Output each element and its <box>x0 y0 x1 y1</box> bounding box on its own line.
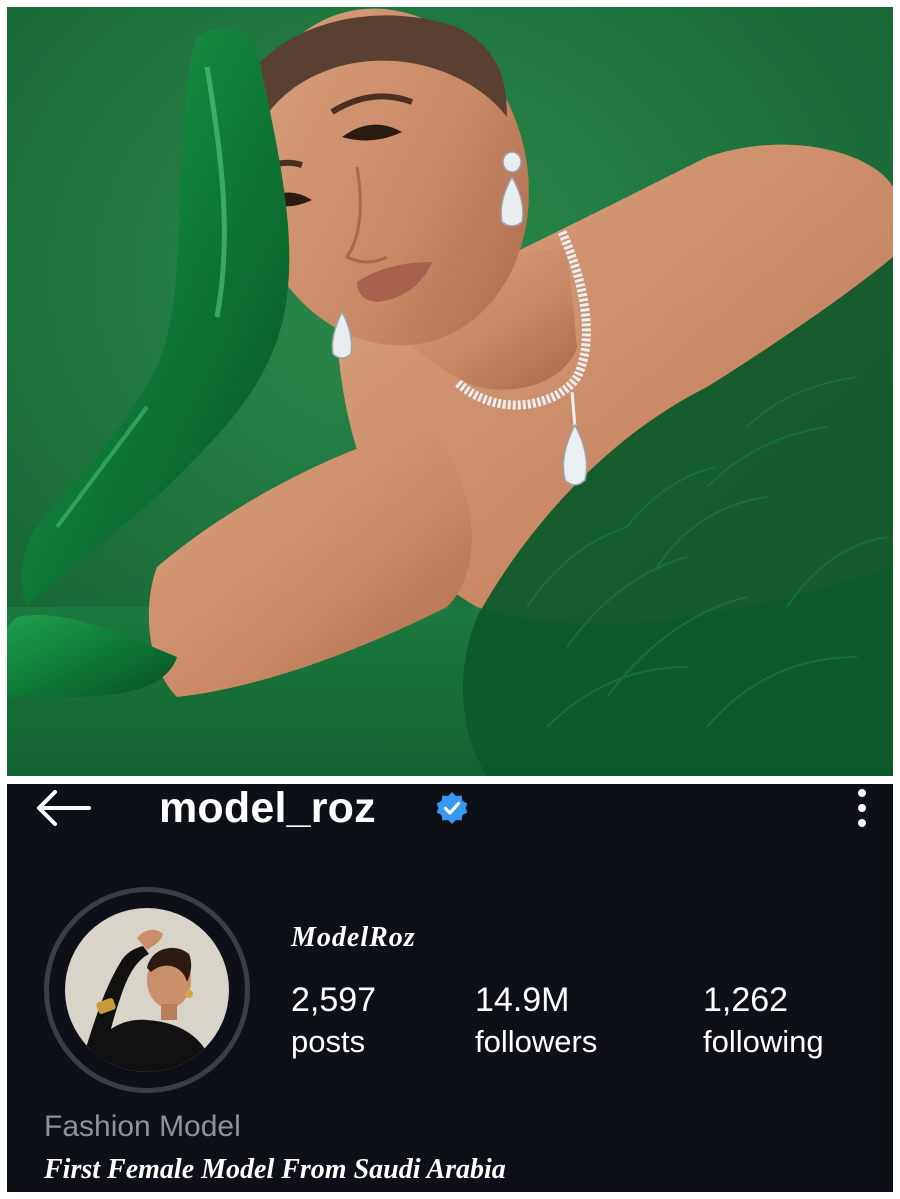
back-button[interactable] <box>33 788 93 828</box>
profile-username: model_roz <box>159 784 376 832</box>
verified-badge-icon <box>436 792 468 824</box>
post-photo[interactable] <box>7 7 893 776</box>
profile-header: model_roz ModelRoz 2,597 posts 14.9M fol… <box>7 784 893 1192</box>
profile-avatar-button[interactable] <box>44 887 250 1093</box>
more-options-button[interactable] <box>847 786 877 830</box>
posts-count: 2,597 <box>291 981 377 1019</box>
profile-bio: First Female Model From Saudi Arabia <box>44 1154 506 1185</box>
profile-category: Fashion Model <box>44 1110 241 1143</box>
following-stat[interactable]: 1,262 following <box>703 980 824 1064</box>
posts-stat[interactable]: 2,597 posts <box>291 980 376 1064</box>
followers-label: followers <box>475 1024 598 1059</box>
profile-display-name: ModelRoz <box>291 922 416 953</box>
top-bar: model_roz <box>7 784 893 836</box>
avatar-portrait <box>65 908 229 1072</box>
followers-count: 14.9M <box>475 981 570 1019</box>
portrait-photo <box>7 7 893 776</box>
more-vertical-icon <box>858 789 866 827</box>
screenshot-frame: model_roz ModelRoz 2,597 posts 14.9M fol… <box>0 0 900 1199</box>
following-count: 1,262 <box>703 981 789 1019</box>
following-label: following <box>703 1024 824 1059</box>
posts-label: posts <box>291 1024 366 1059</box>
arrow-left-icon <box>37 790 91 826</box>
verified-badge <box>435 791 469 825</box>
followers-stat[interactable]: 14.9M followers <box>475 980 597 1064</box>
avatar <box>65 908 229 1072</box>
